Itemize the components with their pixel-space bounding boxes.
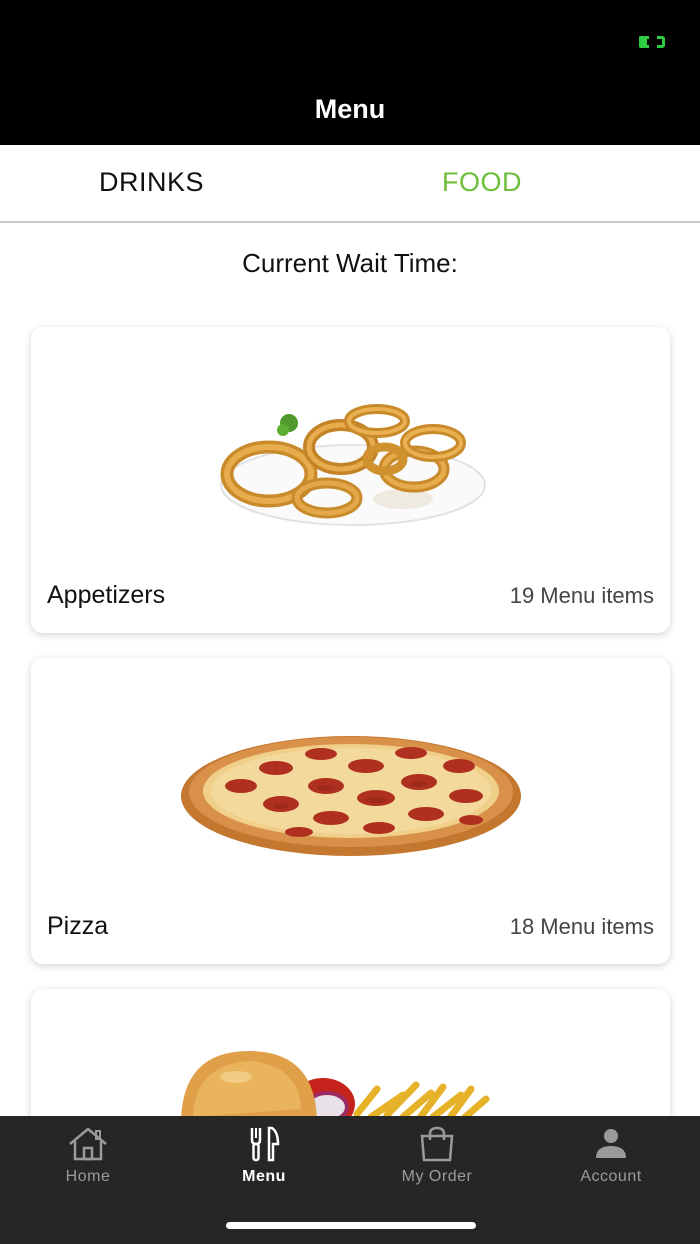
category-card-pizza[interactable]: Pizza 18 Menu items [31, 658, 670, 964]
tab-account[interactable]: Account [541, 1126, 681, 1206]
category-card-appetizers[interactable]: Appetizers 19 Menu items [31, 327, 670, 633]
pepperoni-pizza-image [181, 736, 521, 856]
person-icon [596, 1129, 626, 1158]
tab-label: Home [65, 1168, 111, 1185]
page-title: Menu [314, 94, 386, 124]
fork-knife-icon [250, 1126, 280, 1162]
tab-food[interactable]: FOOD [442, 167, 522, 198]
category-item-count: 19 Menu items [509, 583, 654, 608]
tab-label: My Order [401, 1168, 473, 1185]
category-title: Appetizers [47, 581, 166, 609]
tab-label: Menu [242, 1168, 286, 1185]
status-bar [0, 0, 700, 80]
wait-time-label: Current Wait Time: [242, 248, 458, 278]
tab-menu[interactable]: Menu [194, 1126, 334, 1206]
category-title: Pizza [47, 912, 109, 940]
house-icon [69, 1127, 107, 1161]
category-item-count: 18 Menu items [509, 914, 654, 939]
nav-bar: Menu [0, 80, 700, 145]
battery-icon [639, 36, 665, 48]
tab-drinks[interactable]: DRINKS [99, 167, 204, 198]
category-tabs: DRINKS FOOD [0, 145, 700, 223]
tab-home[interactable]: Home [18, 1126, 158, 1206]
home-indicator [226, 1222, 476, 1229]
tab-my-order[interactable]: My Order [367, 1126, 507, 1206]
onion-rings-image [220, 404, 486, 526]
shopping-bag-icon [420, 1126, 454, 1162]
tab-label: Account [580, 1168, 642, 1185]
